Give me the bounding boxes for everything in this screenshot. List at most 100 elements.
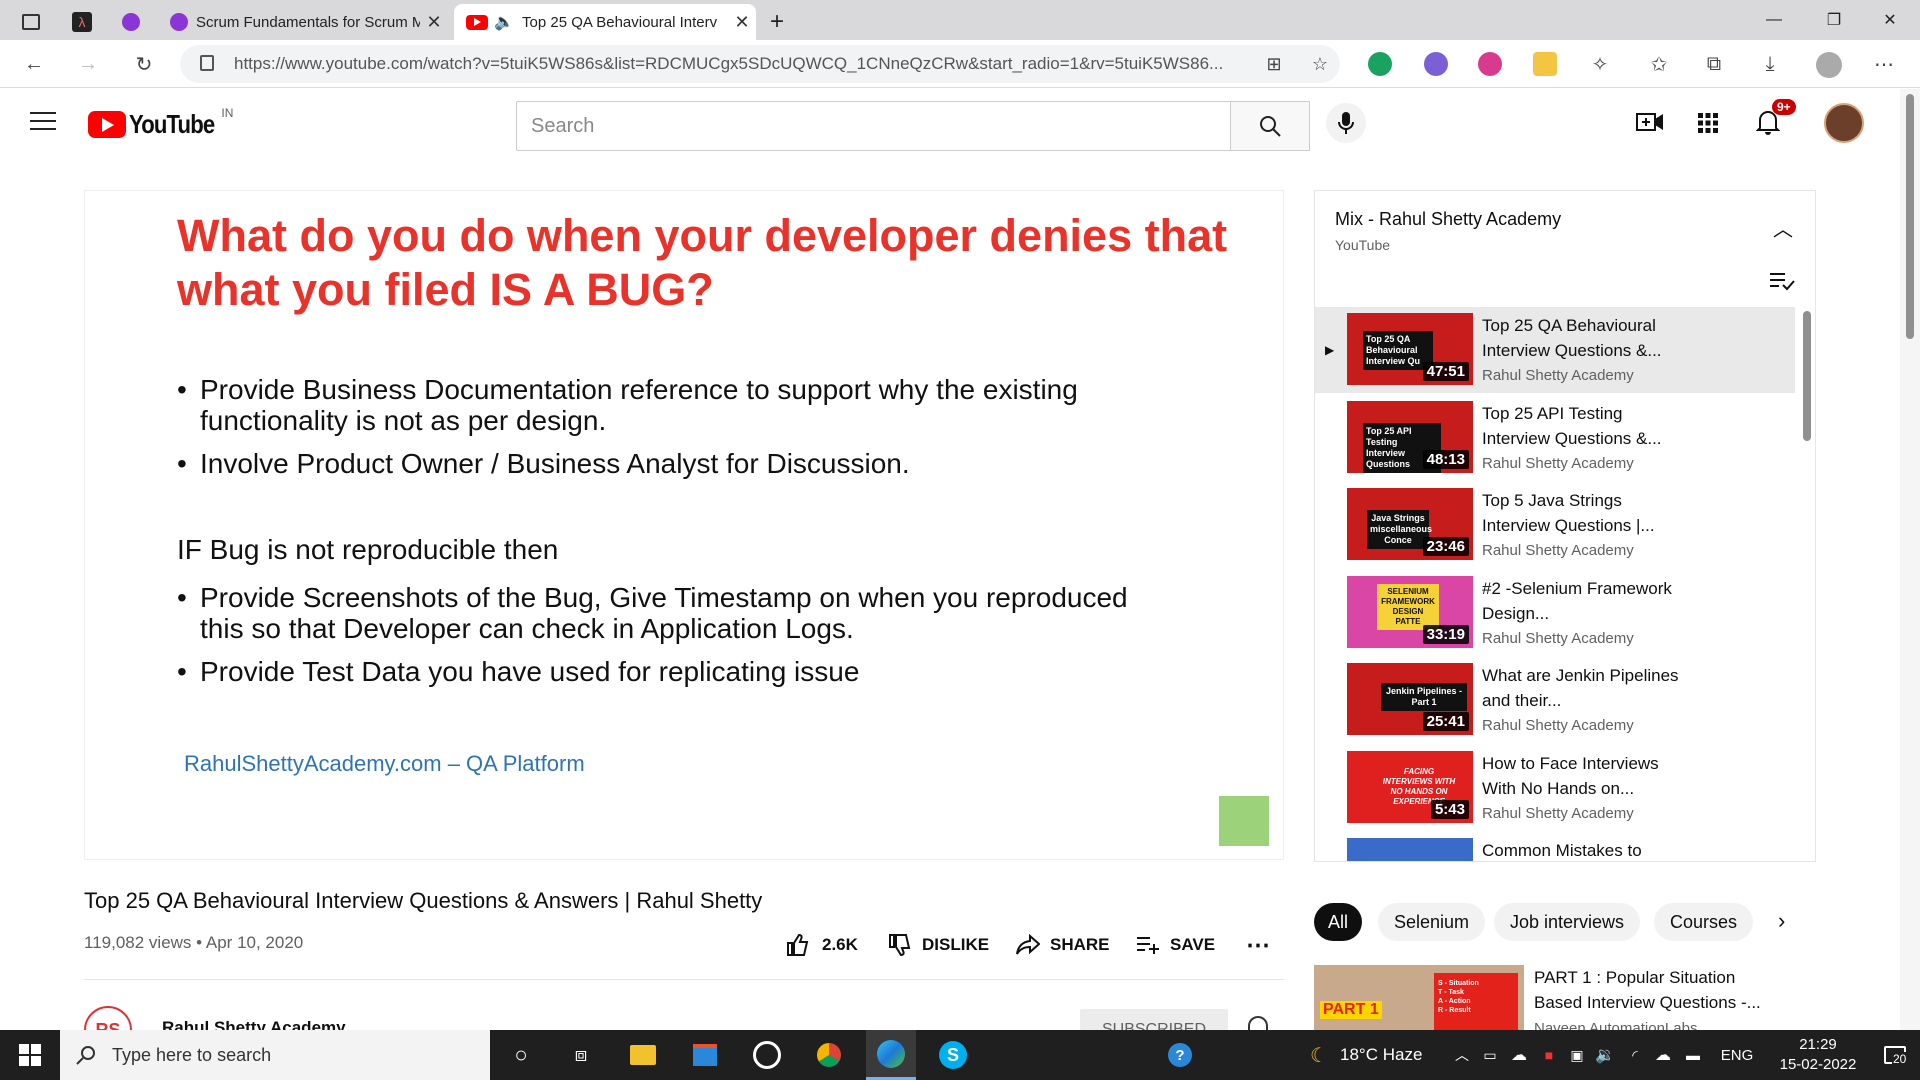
address-bar[interactable]: https://www.youtube.com/watch?v=5tuiK5WS…: [180, 45, 1340, 83]
page-scrollbar[interactable]: [1900, 89, 1920, 1030]
microsoft-store-icon[interactable]: [680, 1030, 730, 1080]
playlist-item[interactable]: Java Strings miscellaneous Conce 23:46 To…: [1315, 482, 1795, 568]
lock-icon: [200, 55, 214, 71]
task-view-icon[interactable]: ⧈: [556, 1030, 606, 1080]
taskbar-search-box[interactable]: Type here to search: [60, 1030, 490, 1080]
channel-avatar[interactable]: RS: [84, 1006, 132, 1030]
show-hidden-icons[interactable]: ︿: [1450, 1030, 1474, 1080]
playlist-item[interactable]: Common Mistakes to: [1315, 832, 1795, 861]
apps-grid-button[interactable]: [1698, 113, 1718, 138]
tab-pinned-1[interactable]: λ: [64, 4, 104, 40]
item-title: Top 25 API Testing Interview Questions &…: [1482, 404, 1662, 448]
tab-label: Scrum Fundamentals for Scrum M: [196, 13, 420, 31]
forward-button[interactable]: →: [72, 48, 104, 80]
tab-pinned-2[interactable]: [116, 4, 156, 40]
playlist-scrollbar[interactable]: [1803, 311, 1811, 441]
help-icon[interactable]: ?: [1160, 1030, 1200, 1080]
action-center-button[interactable]: 20: [1872, 1030, 1918, 1080]
minimize-button[interactable]: —: [1746, 0, 1802, 40]
subscribed-button[interactable]: SUBSCRIBED: [1080, 1009, 1228, 1030]
edge-icon[interactable]: [866, 1030, 916, 1080]
like-button[interactable]: 2.6K: [786, 930, 858, 960]
app-available-icon[interactable]: ⊞: [1258, 48, 1290, 80]
favorites-icon[interactable]: ✩: [1643, 48, 1675, 80]
chip-job-interviews[interactable]: Job interviews: [1494, 903, 1641, 941]
back-button[interactable]: ←: [18, 48, 50, 80]
volume-icon[interactable]: 🔉: [1592, 1030, 1618, 1080]
chrome-icon[interactable]: [804, 1030, 854, 1080]
playlist-title[interactable]: Mix - Rahul Shetty Academy: [1335, 209, 1561, 230]
profile-avatar-icon[interactable]: [1816, 52, 1842, 78]
star-method-list: S - Situation T - Task A - Action R - Re…: [1434, 973, 1518, 1030]
playlist-item[interactable]: FACING INTERVIEWS WITH NO HANDS ON EXPER…: [1315, 745, 1795, 831]
share-button[interactable]: SHARE: [1016, 930, 1110, 960]
weather-status[interactable]: 18°C Haze: [1340, 1030, 1440, 1080]
voice-search-button[interactable]: [1326, 103, 1366, 143]
maximize-button[interactable]: ❐: [1806, 0, 1862, 40]
window-close-button[interactable]: ✕: [1862, 0, 1918, 40]
tab-actions-button[interactable]: [14, 4, 54, 40]
chip-selenium[interactable]: Selenium: [1378, 903, 1486, 941]
recommendation-thumbnail[interactable]: PART 1 S - Situation T - Task A - Action…: [1314, 965, 1524, 1030]
youtube-logo[interactable]: YouTube IN: [88, 106, 233, 140]
puzzle-extensions-icon[interactable]: ✧: [1584, 48, 1616, 80]
playlist-item[interactable]: SELENIUM FRAMEWORK DESIGN PATTE 33:19 #2 …: [1315, 570, 1795, 656]
search-button[interactable]: [1230, 101, 1310, 151]
file-explorer-icon[interactable]: [618, 1030, 668, 1080]
skype-icon[interactable]: S: [928, 1030, 978, 1080]
playlist-item[interactable]: Jenkin Pipelines -Part 1 25:41 What are J…: [1315, 657, 1795, 743]
system-clock[interactable]: 21:29 15-02-2022: [1766, 1030, 1870, 1080]
reload-button[interactable]: ↻: [128, 48, 160, 80]
playlist-item[interactable]: ▶ Top 25 QA Behavioural Interview Qu 47:5…: [1315, 307, 1795, 393]
dislike-button[interactable]: DISLIKE: [888, 930, 989, 960]
slide-subheading: IF Bug is not reproducible then: [177, 534, 559, 565]
channel-name[interactable]: Rahul Shetty Academy: [162, 1018, 346, 1030]
playlist-options-button[interactable]: [1769, 271, 1795, 296]
save-button[interactable]: SAVE: [1136, 930, 1215, 960]
wifi-icon[interactable]: ◜: [1622, 1030, 1648, 1080]
add-favorite-icon[interactable]: ☆: [1304, 48, 1336, 80]
purple-circle-icon: [170, 13, 188, 31]
gift-icon[interactable]: ■: [1536, 1030, 1562, 1080]
notifications-button[interactable]: 9+: [1755, 99, 1796, 140]
new-tab-button[interactable]: +: [762, 4, 792, 40]
collections-icon[interactable]: ⧉: [1698, 48, 1730, 80]
network-icon[interactable]: ▣: [1564, 1030, 1590, 1080]
chip-courses[interactable]: Courses: [1654, 903, 1754, 941]
search-input[interactable]: Search: [516, 101, 1231, 151]
notes-extension-icon[interactable]: [1533, 52, 1557, 76]
subscribe-watermark[interactable]: [1219, 796, 1269, 846]
input-language[interactable]: ENG: [1712, 1030, 1762, 1080]
speaker-icon[interactable]: 🔈: [494, 12, 516, 32]
color-extension-icon[interactable]: [1478, 52, 1502, 76]
onedrive-cloud-icon[interactable]: ☁: [1506, 1030, 1532, 1080]
hamburger-menu-icon[interactable]: [30, 112, 56, 132]
collapse-chevron-icon[interactable]: ︿: [1773, 213, 1793, 242]
user-avatar[interactable]: [1824, 103, 1864, 143]
chips-next-chevron-icon[interactable]: ›: [1778, 908, 1785, 934]
playlist-item[interactable]: Top 25 API Testing Interview Questions 48…: [1315, 395, 1795, 481]
video-thumbnail: Top 25 QA Behavioural Interview Qu 47:51: [1347, 313, 1473, 385]
battery-icon[interactable]: ▬: [1680, 1030, 1706, 1080]
downloads-icon[interactable]: ⤓: [1754, 48, 1786, 80]
device-icon[interactable]: ▭: [1478, 1030, 1502, 1080]
close-icon[interactable]: ✕: [420, 12, 448, 33]
channel-bell-icon[interactable]: [1248, 1016, 1270, 1030]
create-video-button[interactable]: [1636, 111, 1664, 138]
cloud-sync-icon[interactable]: ☁: [1650, 1030, 1676, 1080]
grammarly-extension-icon[interactable]: [1368, 52, 1392, 76]
more-menu-icon[interactable]: ⋯: [1868, 48, 1900, 80]
cortana-icon[interactable]: ○: [496, 1030, 546, 1080]
close-icon[interactable]: ✕: [728, 12, 756, 33]
item-channel: Rahul Shetty Academy: [1482, 542, 1634, 559]
start-button[interactable]: [0, 1030, 60, 1080]
tab-scrum-fundamentals[interactable]: Scrum Fundamentals for Scrum M ✕: [158, 4, 448, 40]
windows-logo-icon: [19, 1044, 41, 1066]
chip-all[interactable]: All: [1314, 903, 1363, 941]
app-circle-icon[interactable]: [742, 1030, 792, 1080]
tab-top-25-qa[interactable]: 🔈 Top 25 QA Behavioural Interv ✕: [454, 4, 756, 40]
video-player[interactable]: What do you do when your developer denie…: [84, 190, 1284, 860]
extension-badge-icon[interactable]: [1424, 52, 1448, 76]
more-actions-button[interactable]: ⋯: [1246, 930, 1270, 960]
recommendation-title[interactable]: PART 1 : Popular Situation Based Intervi…: [1534, 965, 1794, 1015]
